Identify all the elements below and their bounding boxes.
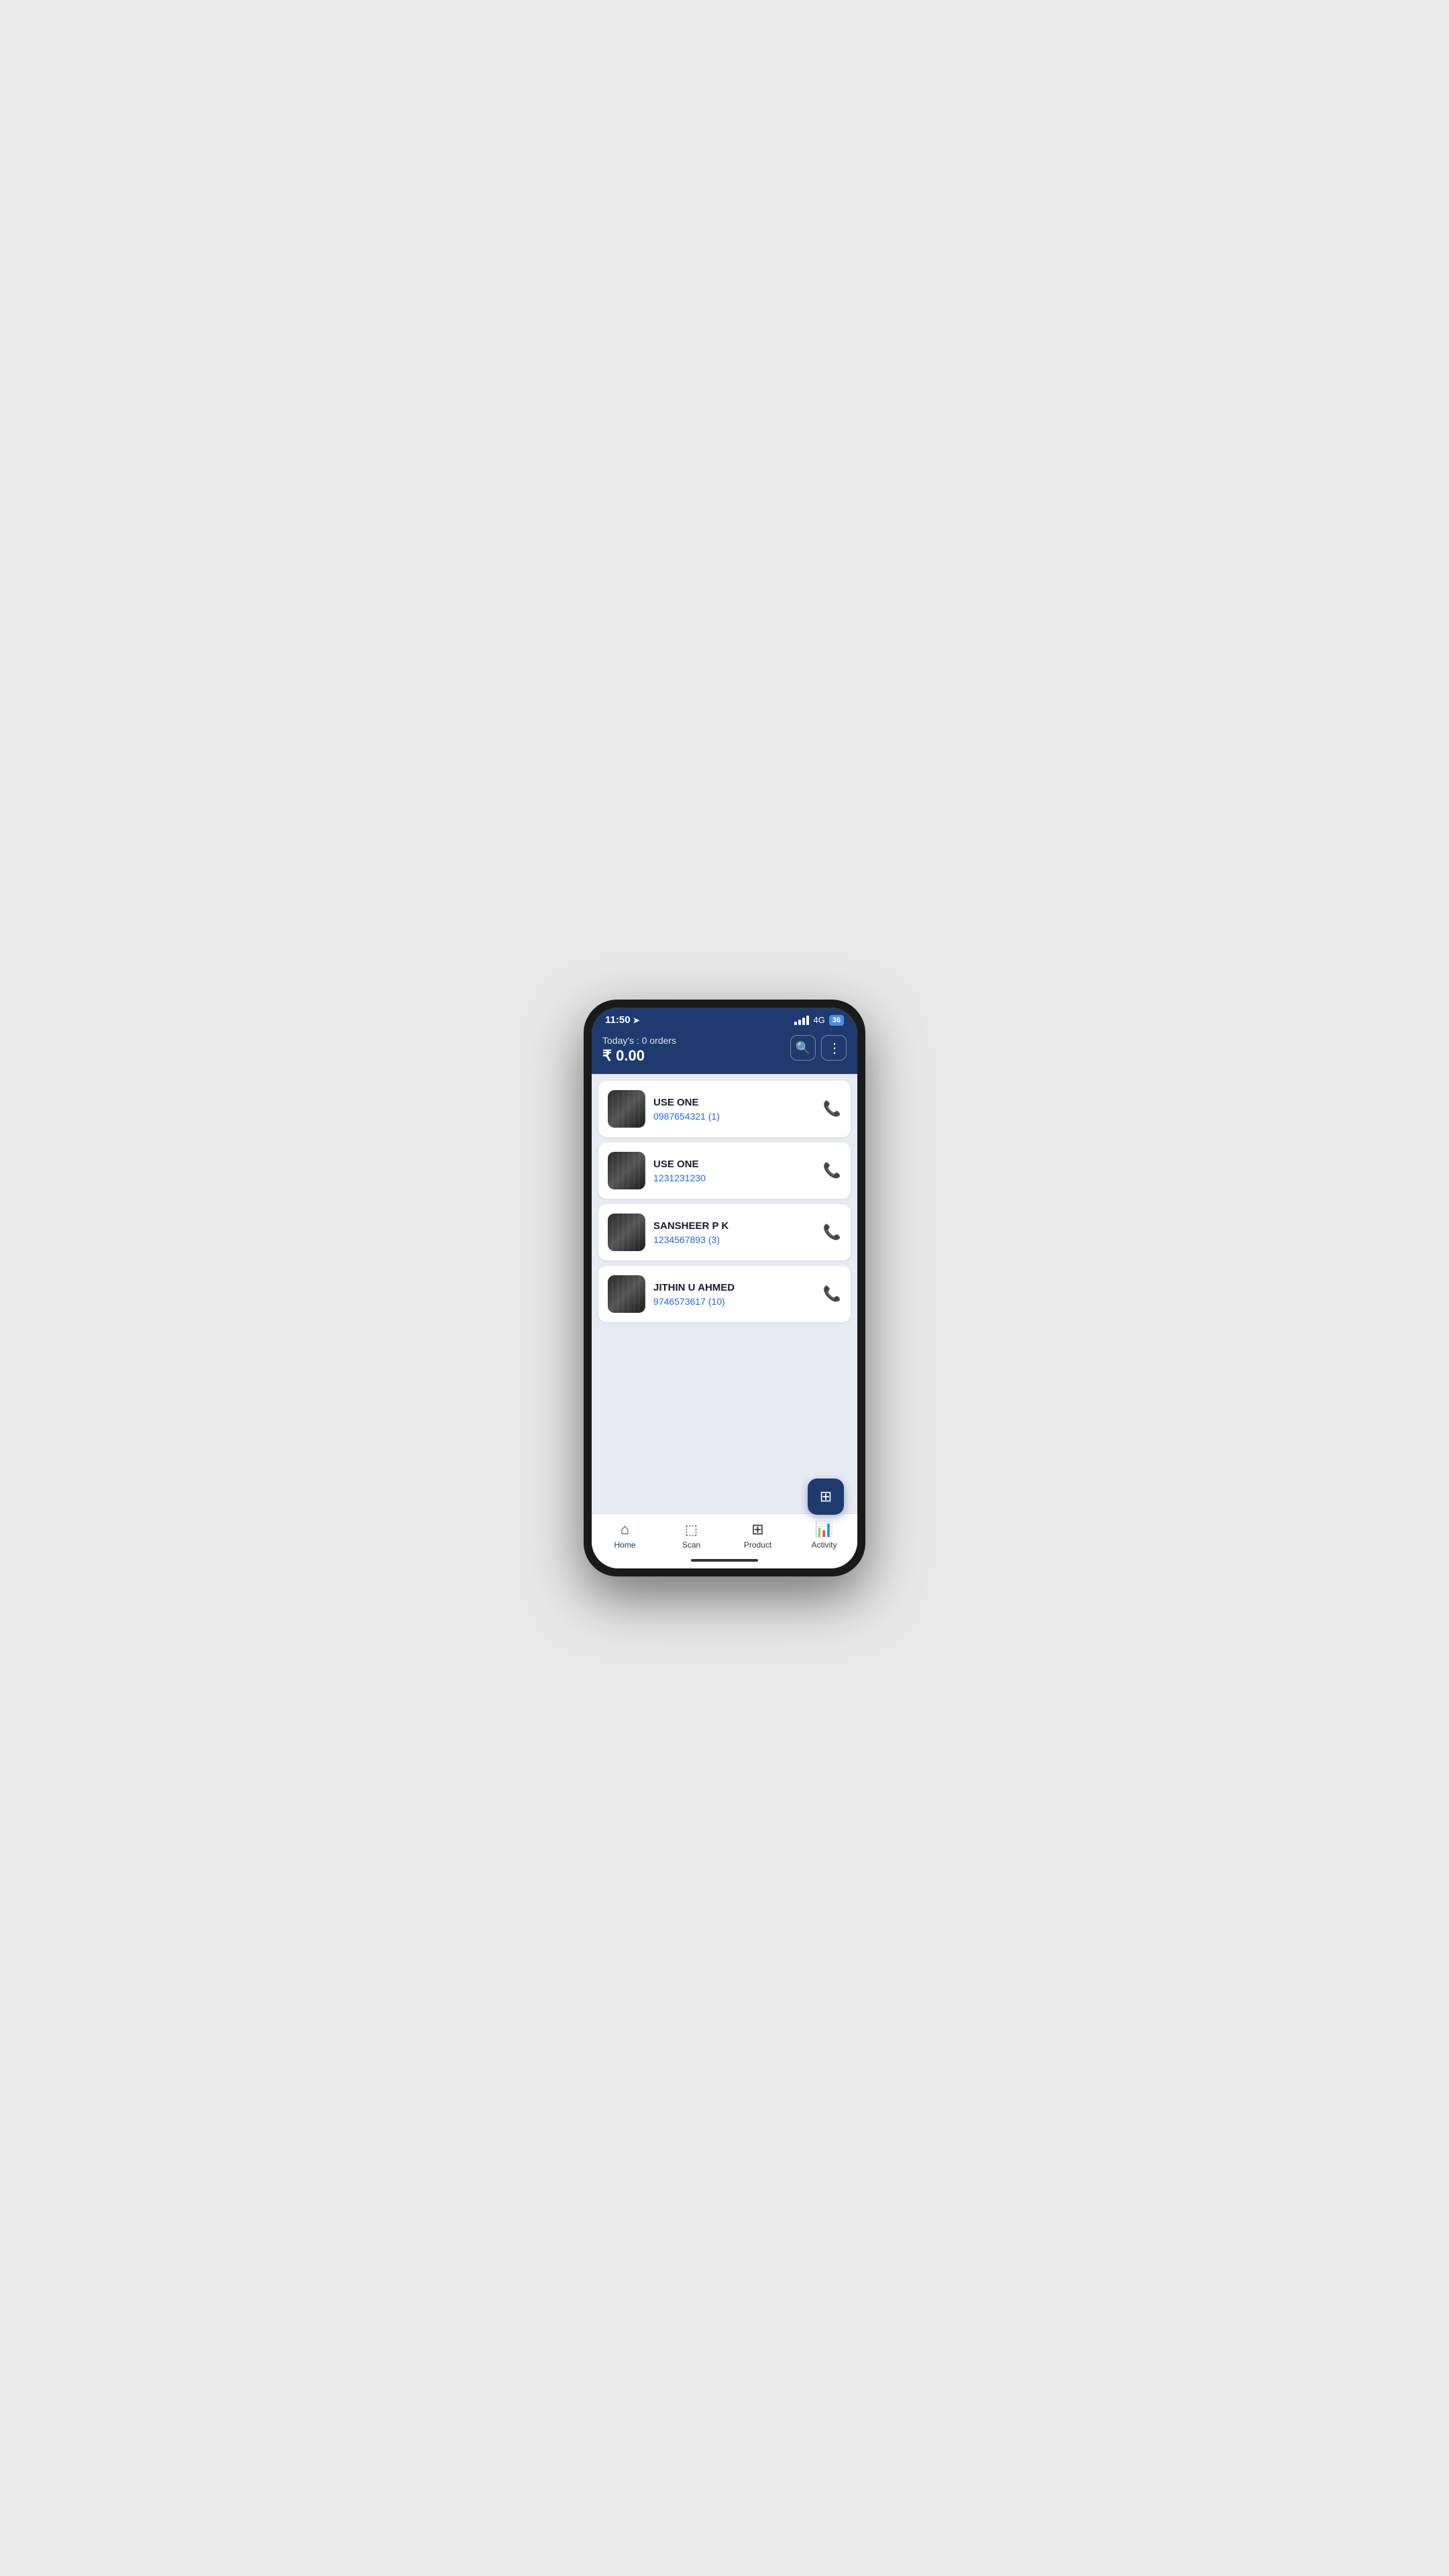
status-time: 11:50 ➤ <box>605 1014 640 1026</box>
call-button[interactable]: 📞 <box>823 1224 841 1241</box>
nav-home[interactable]: ⌂ Home <box>605 1521 645 1550</box>
avatar <box>608 1152 645 1189</box>
total-amount: ₹ 0.00 <box>602 1047 676 1065</box>
orders-today-label: Today's : 0 orders <box>602 1035 676 1046</box>
customer-card[interactable]: JITHIN U AHMED 9746573617 (10) 📞 <box>598 1266 851 1322</box>
battery-badge: 36 <box>829 1015 844 1026</box>
customer-info: USE ONE 1231231230 <box>653 1159 815 1183</box>
avatar <box>608 1090 645 1128</box>
avatar <box>608 1214 645 1251</box>
avatar <box>608 1275 645 1313</box>
product-icon: ⊞ <box>751 1521 763 1538</box>
time-display: 11:50 <box>605 1014 631 1026</box>
customer-name: SANSHEER P K <box>653 1220 815 1232</box>
network-label: 4G <box>813 1015 824 1025</box>
qr-icon: ⊞ <box>820 1488 832 1505</box>
customer-phone: 0987654321 (1) <box>653 1111 815 1122</box>
call-button[interactable]: 📞 <box>823 1285 841 1303</box>
qr-scan-fab[interactable]: ⊞ <box>808 1479 844 1515</box>
scan-label: Scan <box>682 1540 700 1550</box>
bottom-navigation: ⌂ Home ⬚ Scan ⊞ Product 📊 Activity <box>592 1513 857 1555</box>
customer-info: USE ONE 0987654321 (1) <box>653 1097 815 1122</box>
call-button[interactable]: 📞 <box>823 1100 841 1118</box>
search-button[interactable]: 🔍 <box>790 1035 816 1061</box>
customer-list: USE ONE 0987654321 (1) 📞 USE ONE 1231231… <box>592 1074 857 1513</box>
activity-label: Activity <box>811 1540 837 1550</box>
customer-name: USE ONE <box>653 1159 815 1170</box>
header-info: Today's : 0 orders ₹ 0.00 <box>602 1035 676 1065</box>
status-bar: 11:50 ➤ 4G 36 <box>592 1008 857 1030</box>
customer-phone: 1234567893 (3) <box>653 1234 815 1245</box>
home-bar <box>691 1559 758 1562</box>
app-header: Today's : 0 orders ₹ 0.00 🔍 ⋮ <box>592 1030 857 1074</box>
home-icon: ⌂ <box>621 1521 629 1538</box>
phone-device: 11:50 ➤ 4G 36 Today's : 0 orders ₹ 0.00 <box>584 1000 865 1576</box>
customer-phone: 1231231230 <box>653 1173 815 1183</box>
search-icon: 🔍 <box>796 1041 810 1055</box>
home-label: Home <box>614 1540 635 1550</box>
phone-screen: 11:50 ➤ 4G 36 Today's : 0 orders ₹ 0.00 <box>592 1008 857 1568</box>
customer-info: SANSHEER P K 1234567893 (3) <box>653 1220 815 1245</box>
customer-card[interactable]: SANSHEER P K 1234567893 (3) 📞 <box>598 1204 851 1260</box>
customer-card[interactable]: USE ONE 1231231230 📞 <box>598 1142 851 1199</box>
location-icon: ➤ <box>633 1016 640 1025</box>
status-right: 4G 36 <box>794 1015 844 1026</box>
more-options-button[interactable]: ⋮ <box>821 1035 847 1061</box>
call-button[interactable]: 📞 <box>823 1162 841 1179</box>
customer-phone: 9746573617 (10) <box>653 1296 815 1307</box>
customer-card[interactable]: USE ONE 0987654321 (1) 📞 <box>598 1081 851 1137</box>
customer-name: USE ONE <box>653 1097 815 1108</box>
nav-scan[interactable]: ⬚ Scan <box>672 1521 712 1550</box>
customer-info: JITHIN U AHMED 9746573617 (10) <box>653 1282 815 1307</box>
header-actions: 🔍 ⋮ <box>790 1035 847 1061</box>
home-indicator <box>592 1555 857 1568</box>
customer-name: JITHIN U AHMED <box>653 1282 815 1293</box>
activity-icon: 📊 <box>815 1521 833 1538</box>
scan-icon: ⬚ <box>685 1521 698 1538</box>
signal-icon <box>794 1016 809 1025</box>
nav-activity[interactable]: 📊 Activity <box>804 1521 845 1550</box>
product-label: Product <box>744 1540 771 1550</box>
more-icon: ⋮ <box>828 1040 840 1057</box>
nav-product[interactable]: ⊞ Product <box>738 1521 778 1550</box>
